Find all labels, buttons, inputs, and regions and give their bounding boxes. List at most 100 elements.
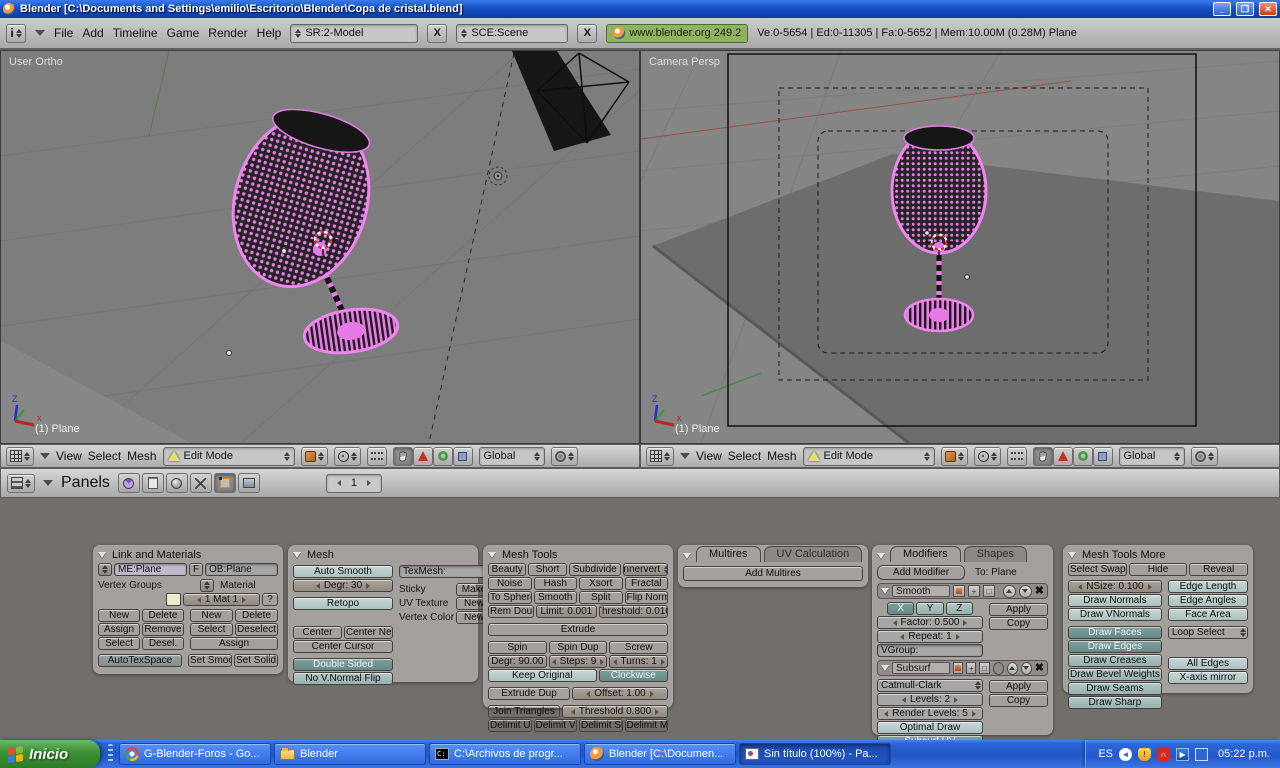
screw-button[interactable]: Screw — [609, 641, 669, 654]
material-delete-button[interactable]: Delete — [235, 609, 278, 622]
draw-edges-toggle[interactable]: Draw Edges — [1068, 640, 1162, 653]
mesh-browse-button[interactable] — [98, 563, 112, 576]
viewport-type-button[interactable] — [646, 446, 674, 466]
panel-collapse-icon[interactable] — [293, 551, 301, 558]
close-button[interactable]: ✕ — [1259, 2, 1277, 16]
pivot-button[interactable] — [333, 446, 361, 466]
network-monitor-icon[interactable] — [1195, 747, 1209, 761]
panel-collapse-icon[interactable] — [1068, 551, 1076, 558]
vgroup-new-button[interactable]: New — [98, 609, 140, 622]
material-browse-button[interactable] — [200, 579, 214, 592]
loop-select-dropdown[interactable]: Loop Select — [1167, 626, 1248, 639]
tab-modifiers[interactable]: Modifiers — [890, 546, 961, 562]
retopo-toggle[interactable]: Retopo — [293, 597, 393, 610]
delimit-material-toggle[interactable]: Delimit Ma — [624, 719, 668, 732]
shading-context-button[interactable] — [165, 473, 188, 493]
fractal-button[interactable]: Fractal — [624, 577, 668, 590]
set-smooth-button[interactable]: Set Smoot — [188, 654, 232, 667]
optimal-draw-toggle[interactable]: Optimal Draw — [877, 721, 983, 734]
material-color-swatch[interactable] — [166, 593, 181, 606]
extrude-dup-button[interactable]: Extrude Dup — [488, 687, 570, 700]
smooth-repeat-field[interactable]: Repeat: 1 — [877, 630, 983, 643]
smooth-apply-button[interactable]: Apply — [989, 603, 1048, 616]
smooth-y-toggle[interactable]: Y — [916, 602, 944, 615]
scene-context-button[interactable] — [237, 473, 260, 493]
script-context-button[interactable] — [141, 473, 164, 493]
panel-collapse-icon[interactable] — [877, 553, 885, 559]
subsurf-levels-field[interactable]: Levels: 2 — [877, 693, 983, 706]
taskbar-task-chrome[interactable]: G-Blender-Foros - Go... — [119, 743, 271, 765]
smooth-x-toggle[interactable]: X — [887, 602, 915, 615]
noise-button[interactable]: Noise — [488, 577, 532, 590]
draw-type-button[interactable] — [300, 446, 328, 466]
hide-icons-button[interactable]: ◄ — [1119, 747, 1133, 761]
logic-context-button[interactable] — [117, 473, 140, 493]
add-multires-button[interactable]: Add Multires — [683, 566, 863, 581]
collapse-triangle-icon[interactable] — [43, 480, 53, 486]
subsurf-apply-button[interactable]: Apply — [989, 680, 1048, 693]
rotate-manipulator-button[interactable] — [432, 446, 453, 466]
fake-user-button[interactable]: F — [189, 563, 203, 576]
vgroup-remove-button[interactable]: Remove — [142, 623, 184, 636]
delimit-uv-toggle[interactable]: Delimit UV — [488, 719, 532, 732]
proportional-edit-button[interactable] — [366, 446, 387, 466]
move-up-button[interactable] — [1002, 584, 1016, 598]
auto-smooth-toggle[interactable]: Auto Smooth — [293, 565, 393, 578]
vgroup-delete-button[interactable]: Delete — [142, 609, 184, 622]
edge-angles-toggle[interactable]: Edge Angles — [1167, 594, 1248, 607]
clockwise-toggle[interactable]: Clockwise — [598, 669, 668, 682]
collapse-triangle-icon[interactable] — [680, 453, 690, 459]
modifier-expand-icon[interactable] — [881, 588, 889, 594]
editing-context-button[interactable] — [213, 473, 236, 493]
smooth-button[interactable]: Smooth — [533, 591, 577, 604]
reveal-button[interactable]: Reveal — [1189, 563, 1249, 576]
menu-mesh[interactable]: Mesh — [127, 449, 156, 463]
smooth-z-toggle[interactable]: Z — [945, 602, 973, 615]
modifier-name-field[interactable]: Smooth — [892, 585, 950, 597]
vgroup-deselect-button[interactable]: Desel. — [142, 637, 184, 650]
collapse-triangle-icon[interactable] — [40, 453, 50, 459]
minimize-button[interactable]: _ — [1213, 2, 1231, 16]
to-sphere-button[interactable]: To Sphere — [488, 591, 532, 604]
subsurf-type-dropdown[interactable]: Catmull-Clark — [877, 679, 983, 692]
rotate-manipulator-button[interactable] — [1072, 446, 1093, 466]
frame-number-field[interactable]: 1 — [325, 473, 382, 493]
add-modifier-button[interactable]: Add Modifier — [877, 565, 965, 580]
hide-button[interactable]: Hide — [1128, 563, 1188, 576]
orientation-dropdown[interactable]: Global — [1118, 446, 1185, 466]
translate-manipulator-button[interactable] — [412, 446, 433, 466]
delimit-vcol-toggle[interactable]: Delimit Vco — [533, 719, 577, 732]
menu-add[interactable]: Add — [82, 26, 103, 40]
menu-render[interactable]: Render — [208, 26, 247, 40]
mode-dropdown[interactable]: Edit Mode — [162, 446, 295, 466]
draw-bevel-weights-toggle[interactable]: Draw Bevel Weights — [1068, 668, 1162, 681]
tab-uv-calculation[interactable]: UV Calculation — [763, 546, 863, 562]
render-preview-button[interactable] — [550, 446, 578, 466]
draw-type-button[interactable] — [940, 446, 968, 466]
menu-view[interactable]: View — [56, 449, 82, 463]
innervert-dropdown[interactable]: Innervert — [622, 563, 668, 576]
keep-original-toggle[interactable]: Keep Original — [488, 669, 597, 682]
move-down-button[interactable] — [1018, 584, 1032, 598]
draw-sharp-toggle[interactable]: Draw Sharp — [1068, 696, 1162, 709]
realtime-toggle-icon[interactable]: + — [968, 585, 980, 597]
taskbar-task-blender[interactable]: Blender [C:\Documen... — [584, 743, 736, 765]
menu-mesh[interactable]: Mesh — [767, 449, 796, 463]
object-context-button[interactable] — [189, 473, 212, 493]
window-type-button[interactable]: i — [6, 23, 26, 43]
language-indicator[interactable]: ES — [1098, 748, 1113, 760]
texmesh-field[interactable]: TexMesh: — [399, 565, 493, 578]
material-select-button[interactable]: Select — [190, 623, 233, 636]
realtime-toggle-icon[interactable]: + — [966, 662, 977, 674]
draw-vnormals-toggle[interactable]: Draw VNormals — [1068, 608, 1162, 621]
antivirus-icon[interactable]: ∩ — [1157, 747, 1171, 761]
edge-length-toggle[interactable]: Edge Length — [1167, 580, 1248, 593]
material-new-button[interactable]: New — [190, 609, 233, 622]
material-help-button[interactable]: ? — [262, 593, 278, 606]
set-solid-button[interactable]: Set Solid — [234, 654, 278, 667]
material-index-field[interactable]: 1 Mat 1 — [183, 593, 260, 606]
menu-game[interactable]: Game — [167, 26, 200, 40]
modifier-expand-icon[interactable] — [881, 665, 889, 671]
x-axis-mirror-toggle[interactable]: X-axis mirror — [1167, 671, 1248, 684]
mode-dropdown[interactable]: Edit Mode — [802, 446, 935, 466]
